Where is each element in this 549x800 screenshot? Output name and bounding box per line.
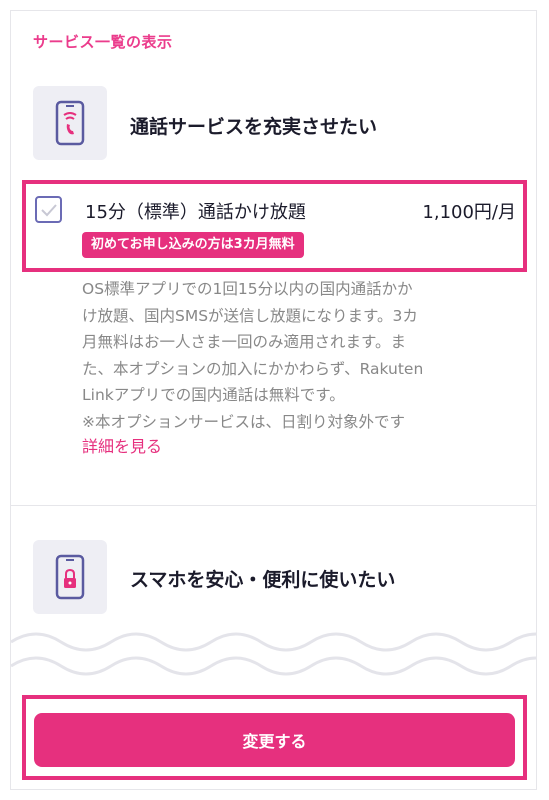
description-line: OS標準アプリでの1回15分以内の国内通話かか	[82, 280, 413, 298]
option-name: 15分（標準）通話かけ放題	[85, 202, 306, 223]
description-line: た、本オプションの加入にかかわらず、Rakuten	[82, 359, 424, 378]
service-title: 通話サービスを充実させたい	[130, 116, 378, 138]
option-checkbox[interactable]	[35, 196, 62, 223]
description-line: 月無料はお一人さま一回のみ適用されます。ま	[82, 333, 406, 352]
description-line: け放題、国内SMSが送信し放題になります。3カ	[82, 306, 418, 325]
option-highlight-frame	[22, 180, 527, 272]
service-list-link[interactable]: サービス一覧の表示	[33, 31, 173, 52]
description-line: Linkアプリでの国内通話は無料です。	[82, 386, 345, 405]
service-title: スマホを安心・便利に使いたい	[130, 569, 396, 591]
description-line: ※本オプションサービスは、日割り対象外です	[82, 412, 405, 431]
service-icon-tile	[33, 86, 107, 160]
details-link[interactable]: 詳細を見る	[82, 433, 162, 457]
section-divider	[11, 505, 536, 506]
phone-lock-icon	[55, 554, 85, 600]
promo-badge: 初めてお申し込みの方は3カ月無料	[82, 232, 304, 258]
option-description: OS標準アプリでの1回15分以内の国内通話かか け放題、国内SMSが送信し放題に…	[82, 276, 512, 436]
option-price: 1,100円/月	[422, 202, 516, 223]
wave-divider	[11, 632, 536, 676]
service-icon-tile	[33, 540, 107, 614]
submit-change-button[interactable]: 変更する	[34, 713, 515, 767]
phone-call-icon	[55, 100, 85, 146]
check-icon	[40, 203, 57, 216]
